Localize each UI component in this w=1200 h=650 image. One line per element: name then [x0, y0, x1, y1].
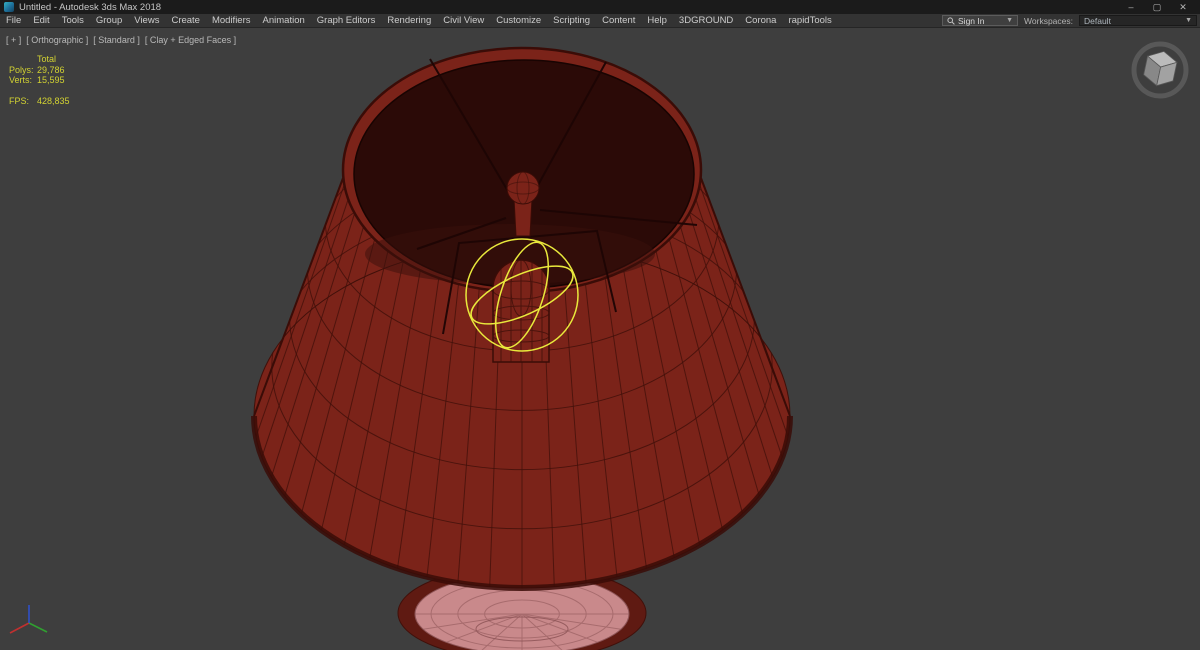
menubar-right: Sign In ▼ Workspaces: Default ▼: [942, 15, 1200, 26]
minimize-button[interactable]: –: [1118, 0, 1144, 14]
chevron-down-icon: ▼: [1185, 17, 1192, 24]
search-icon: [947, 16, 955, 25]
viewport-label: [ + ] [ Orthographic ] [ Standard ] [ Cl…: [6, 35, 236, 45]
world-axis-icon: [5, 601, 53, 648]
title-bar: Untitled - Autodesk 3ds Max 2018 – ▢ ✕: [0, 0, 1200, 14]
menu-item-rendering[interactable]: Rendering: [381, 14, 437, 27]
stats-polys-label: Polys:: [9, 64, 34, 75]
sign-in-box[interactable]: Sign In ▼: [942, 15, 1019, 26]
stats-verts-value: 15,595: [37, 75, 65, 85]
menu-item-civil-view[interactable]: Civil View: [437, 14, 490, 27]
stats-verts-row: Verts: 15,595: [9, 75, 70, 86]
workspaces-value: Default: [1084, 15, 1111, 26]
stats-total-label: Total: [37, 54, 57, 64]
stats-verts-label: Verts:: [9, 75, 33, 85]
window-title: Untitled - Autodesk 3ds Max 2018: [19, 1, 162, 13]
viewport-general-menu[interactable]: [ + ]: [6, 35, 21, 45]
window-controls: – ▢ ✕: [1118, 0, 1196, 14]
stats-fps-label: FPS:: [9, 95, 30, 106]
viewport-standard-menu[interactable]: [ Standard ]: [93, 35, 140, 45]
chevron-down-icon: ▼: [1006, 17, 1014, 24]
menu-item-graph-editors[interactable]: Graph Editors: [311, 14, 382, 27]
maximize-button[interactable]: ▢: [1144, 0, 1170, 14]
menu-item-edit[interactable]: Edit: [27, 14, 55, 27]
menu-item-modifiers[interactable]: Modifiers: [206, 14, 257, 27]
menu-item-corona[interactable]: Corona: [739, 14, 782, 27]
viewcube[interactable]: [1128, 38, 1192, 102]
viewport-shading-menu[interactable]: [ Clay + Edged Faces ]: [145, 35, 236, 45]
menu-item-3dground[interactable]: 3DGROUND: [673, 14, 739, 27]
close-button[interactable]: ✕: [1170, 0, 1196, 14]
menu-item-file[interactable]: File: [0, 14, 27, 27]
menu-item-group[interactable]: Group: [90, 14, 128, 27]
menu-item-help[interactable]: Help: [641, 14, 673, 27]
workspaces-dropdown[interactable]: Default ▼: [1079, 15, 1197, 26]
sign-in-label: Sign In: [958, 15, 985, 26]
viewport-pov-menu[interactable]: [ Orthographic ]: [26, 35, 88, 45]
menu-item-tools[interactable]: Tools: [56, 14, 90, 27]
menu-bar: File Edit Tools Group Views Create Modif…: [0, 14, 1200, 28]
menu-item-content[interactable]: Content: [596, 14, 641, 27]
stats-polys-value: 29,786: [37, 64, 65, 75]
menu-item-customize[interactable]: Customize: [490, 14, 547, 27]
menu-item-animation[interactable]: Animation: [257, 14, 311, 27]
menu-item-scripting[interactable]: Scripting: [547, 14, 596, 27]
scene-3d-lamp[interactable]: [0, 28, 1200, 650]
stats-fps-row: FPS: 428,835: [9, 96, 70, 107]
stats-fps-value: 428,835: [37, 95, 70, 106]
menu-item-rapidtools[interactable]: rapidTools: [782, 14, 837, 27]
stats-polys-row: Polys: 29,786: [9, 65, 70, 76]
menu-item-views[interactable]: Views: [128, 14, 165, 27]
stats-header-row: Total: [9, 54, 70, 65]
viewport[interactable]: [ + ] [ Orthographic ] [ Standard ] [ Cl…: [0, 28, 1200, 650]
app-icon: [4, 2, 14, 12]
workspaces-label: Workspaces:: [1024, 15, 1073, 26]
menu-item-create[interactable]: Create: [165, 14, 206, 27]
statistics-overlay: Total Polys: 29,786 Verts: 15,595 FPS: 4…: [9, 54, 70, 106]
